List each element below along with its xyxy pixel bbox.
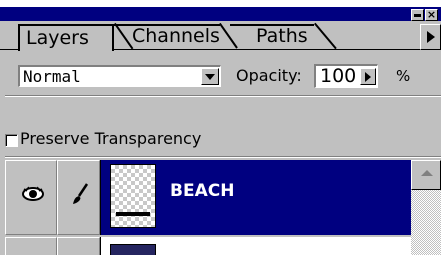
preserve-transparency-label: Preserve Transparency [20, 129, 202, 148]
close-icon: × [426, 8, 437, 21]
close-button[interactable]: × [425, 9, 438, 21]
scroll-up-button[interactable] [411, 160, 441, 190]
layers-palette-screenshot: × Layers Channels Paths Normal Opacity: … [0, 0, 441, 255]
opacity-slider-button[interactable] [360, 68, 376, 85]
layer-thumbnail [110, 244, 156, 255]
layer-list-scrollbar[interactable] [411, 160, 441, 255]
layer-name: BEACH [170, 181, 235, 201]
thumbnail-text [116, 212, 150, 216]
palette-menu-button[interactable] [420, 24, 441, 50]
layer-edit-toggle[interactable] [57, 237, 100, 255]
layer-visibility-toggle[interactable] [5, 237, 57, 255]
blend-mode-value: Normal [23, 67, 81, 86]
row-divider [100, 237, 101, 255]
tab-layers[interactable]: Layers [18, 24, 114, 51]
preserve-transparency-checkbox[interactable] [5, 134, 18, 147]
palette-title-bar[interactable]: × [0, 7, 441, 21]
tab-layers-label: Layers [26, 27, 89, 49]
layer-visibility-toggle[interactable] [5, 160, 57, 235]
layer-name-cell[interactable] [100, 237, 411, 255]
blend-mode-select[interactable]: Normal [18, 65, 221, 87]
opacity-value: 100 [320, 65, 357, 87]
layer-name-cell[interactable]: BEACH [100, 160, 411, 235]
tab-channels[interactable]: Channels [116, 24, 230, 50]
layer-list: BEACH [5, 158, 441, 255]
layer-thumbnail [110, 164, 156, 228]
layer-row[interactable] [5, 237, 411, 255]
layer-edit-toggle[interactable] [57, 160, 100, 235]
eye-icon [22, 186, 44, 201]
tab-channels-label: Channels [132, 25, 220, 47]
arrow-up-icon [421, 170, 433, 176]
chevron-down-icon [205, 74, 215, 80]
layer-row[interactable]: BEACH [5, 160, 411, 235]
layers-palette-window: × Layers Channels Paths Normal Opacity: … [0, 7, 441, 255]
opacity-unit: % [396, 67, 411, 85]
opacity-label: Opacity: [236, 66, 302, 85]
tab-paths-label: Paths [256, 25, 308, 47]
opacity-field[interactable]: 100 [314, 64, 378, 88]
minimize-icon [414, 14, 421, 17]
divider [5, 96, 441, 97]
arrow-right-icon [365, 72, 371, 82]
minimize-button[interactable] [411, 9, 424, 21]
tab-paths[interactable]: Paths [230, 24, 340, 50]
row-divider [100, 160, 101, 235]
menu-arrow-icon [427, 31, 435, 43]
blend-mode-dropdown-button[interactable] [201, 68, 219, 85]
brush-icon [73, 183, 89, 204]
